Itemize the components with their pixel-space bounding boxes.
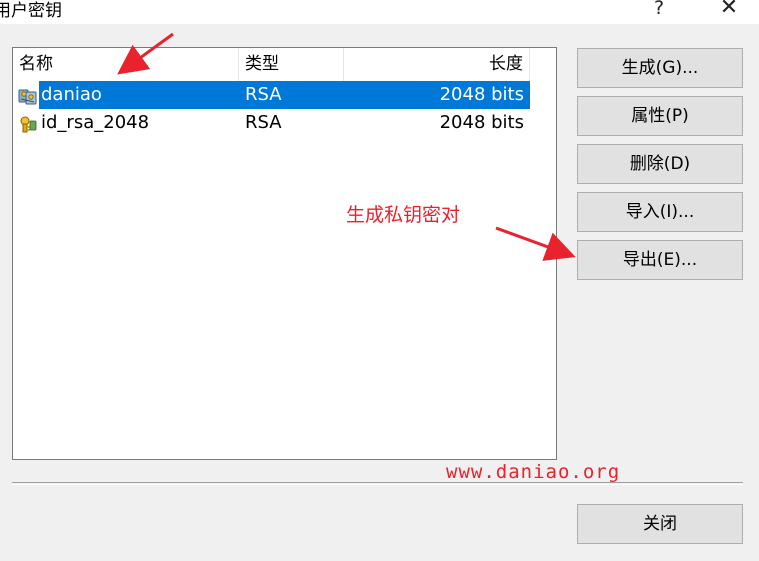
key-pair-icon (18, 86, 38, 105)
key-icon (18, 114, 38, 133)
row-type: RSA (245, 112, 282, 133)
column-header-name[interactable]: 名称 (13, 48, 239, 81)
close-button[interactable]: 关闭 (577, 504, 743, 544)
row-type: RSA (245, 84, 282, 105)
help-button[interactable]: ? (641, 0, 677, 22)
watermark: www.daniao.org (446, 461, 621, 483)
import-button[interactable]: 导入(I)... (577, 192, 743, 232)
delete-button[interactable]: 删除(D) (577, 144, 743, 184)
key-list[interactable]: 名称 类型 长度 daniao RSA 2048 bits id_rsa_204… (12, 47, 557, 460)
row-name: daniao (41, 84, 102, 105)
table-row[interactable]: daniao RSA 2048 bits (13, 81, 530, 109)
export-button[interactable]: 导出(E)... (577, 240, 743, 280)
properties-button[interactable]: 属性(P) (577, 96, 743, 136)
divider (12, 482, 743, 483)
window-title: 用户密钥 (0, 1, 62, 21)
annotation-text: 生成私钥密对 (346, 204, 461, 226)
row-length: 2048 bits (439, 84, 524, 105)
column-header-length[interactable]: 长度 (344, 48, 530, 81)
close-window-button[interactable]: ✕ (712, 0, 746, 22)
column-header-type[interactable]: 类型 (239, 48, 344, 81)
generate-button[interactable]: 生成(G)... (577, 48, 743, 88)
title-bar: 用户密钥 ? ✕ (0, 0, 759, 24)
divider-highlight (12, 484, 743, 485)
row-name: id_rsa_2048 (41, 112, 150, 133)
row-length: 2048 bits (439, 112, 524, 133)
table-row[interactable]: id_rsa_2048 RSA 2048 bits (13, 109, 530, 137)
